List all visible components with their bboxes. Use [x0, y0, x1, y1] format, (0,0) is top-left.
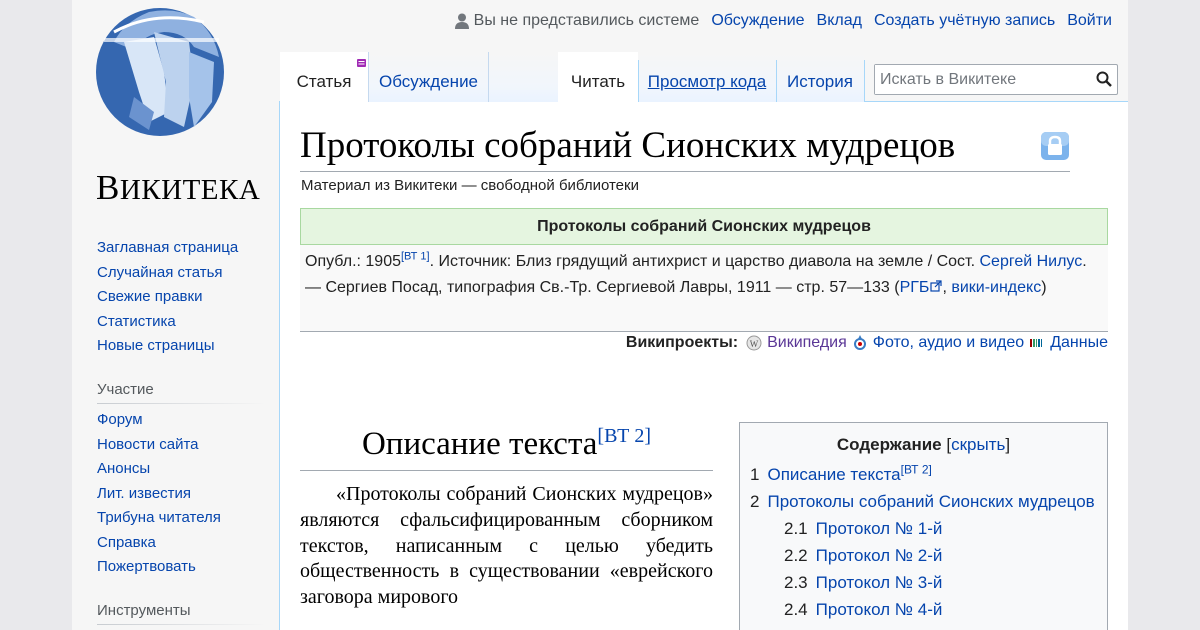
author-link[interactable]: Сергей Нилус [979, 253, 1082, 270]
user-icon [454, 13, 469, 29]
tab-read[interactable]: Читать [558, 52, 638, 102]
table-of-contents: Содержание [скрыть] 1 Описание текста[ВТ … [739, 422, 1108, 630]
anon-user: Вы не представились системе [454, 12, 700, 30]
search-input[interactable] [875, 65, 1085, 94]
tab-talk[interactable]: Обсуждение [368, 52, 488, 102]
sidebar-divider [97, 403, 266, 404]
header-divider [300, 331, 1108, 332]
body-paragraph: «Протоколы собраний Сионских мудрецов» я… [300, 483, 713, 609]
sidebar-heading-participation[interactable]: Участие [97, 381, 154, 398]
external-link-icon [930, 279, 943, 292]
wikiprojects: Википроекты: W Википедия Фото, аудио и в… [626, 334, 1108, 352]
sidebar-item-recent-changes[interactable]: Свежие правки [97, 288, 202, 305]
tab-view-source[interactable]: Просмотр кода [638, 52, 776, 102]
contributions-link[interactable]: Вклад [817, 12, 862, 30]
project-wikidata-link[interactable]: Данные [1050, 334, 1108, 352]
tab-separator [864, 60, 865, 102]
toc-item[interactable]: 2.2 Протокол № 2-й [750, 546, 1097, 573]
work-header-info: Опубл.: 1905[ВТ 1]. Источник: Близ гряду… [300, 245, 1108, 331]
section-heading: Описание текста[ВТ 2] [361, 425, 652, 462]
project-wikipedia-link[interactable]: Википедия [767, 334, 847, 352]
toc-item[interactable]: 2.4 Протокол № 4-й [750, 600, 1097, 627]
title-divider [300, 171, 1070, 172]
rgb-link[interactable]: РГБ [900, 279, 943, 296]
toc-item[interactable]: 2 Протоколы собраний Сионских мудрецов [750, 492, 1097, 519]
svg-text:W: W [750, 339, 759, 349]
sidebar-divider [97, 624, 266, 625]
wikipedia-icon: W [746, 335, 762, 351]
sidebar-item-forum[interactable]: Форум [97, 411, 143, 428]
talk-link[interactable]: Обсуждение [711, 12, 804, 30]
sidebar-heading-tools[interactable]: Инструменты [97, 602, 191, 619]
login-link[interactable]: Войти [1067, 12, 1112, 30]
section-ref-link[interactable]: [ВТ 2] [597, 425, 651, 447]
toc-item[interactable]: 2.3 Протокол № 3-й [750, 573, 1097, 600]
site-tagline: Материал из Викитеки — свободной библиот… [301, 177, 639, 194]
tab-spacer [488, 52, 558, 102]
sidebar-item-donate[interactable]: Пожертвовать [97, 558, 196, 575]
tab-separator [776, 60, 777, 102]
section-divider [300, 470, 713, 471]
page-title: Протоколы собраний Сионских мудрецов [300, 125, 956, 166]
personal-tools: Вы не представились системе Обсуждение В… [454, 12, 1112, 30]
toc-title: Содержание [скрыть] [836, 435, 1011, 454]
sidebar-item-help[interactable]: Справка [97, 534, 156, 551]
project-commons-link[interactable]: Фото, аудио и видео [873, 334, 1024, 352]
sidebar-item-main-page[interactable]: Заглавная страница [97, 239, 238, 256]
tab-history[interactable]: История [776, 52, 864, 102]
wikidata-icon [1030, 339, 1043, 347]
badge-icon [357, 59, 366, 67]
sidebar-item-reader-tribune[interactable]: Трибуна читателя [97, 509, 221, 526]
toc-toggle[interactable]: скрыть [951, 435, 1005, 454]
search-icon [1096, 71, 1112, 87]
source-text: . Источник: Близ грядущий антихрист и ца… [429, 253, 980, 270]
sidebar-item-statistics[interactable]: Статистика [97, 313, 176, 330]
wikisource-wordmark[interactable]: ВИКИТЕКА [96, 168, 260, 208]
sidebar-item-random[interactable]: Случайная статья [97, 264, 223, 281]
wiki-index-link[interactable]: вики-индекс [951, 279, 1041, 296]
sidebar-item-new-pages[interactable]: Новые страницы [97, 337, 215, 354]
work-header-title: Протоколы собраний Сионских мудрецов [300, 208, 1108, 245]
search-box [874, 64, 1118, 95]
sidebar-item-lit-news[interactable]: Лит. известия [97, 485, 191, 502]
sidebar-item-announcements[interactable]: Анонсы [97, 460, 150, 477]
toc-item[interactable]: 1 Описание текста[ВТ 2] [750, 463, 1097, 492]
published-label: Опубл.: 1905 [305, 253, 401, 270]
ref-link[interactable]: [ВТ 1] [401, 251, 430, 263]
sidebar-item-news[interactable]: Новости сайта [97, 436, 199, 453]
create-account-link[interactable]: Создать учётную запись [874, 12, 1055, 30]
search-button[interactable] [1095, 71, 1113, 89]
anon-label: Вы не представились системе [473, 12, 700, 29]
tab-article[interactable]: Статья [280, 52, 368, 102]
lock-icon[interactable] [1040, 131, 1070, 161]
toc-item[interactable]: 2.1 Протокол № 1-й [750, 519, 1097, 546]
wikiprojects-label: Википроекты: [625, 334, 739, 351]
commons-icon [853, 335, 866, 350]
tab-separator [638, 60, 639, 102]
